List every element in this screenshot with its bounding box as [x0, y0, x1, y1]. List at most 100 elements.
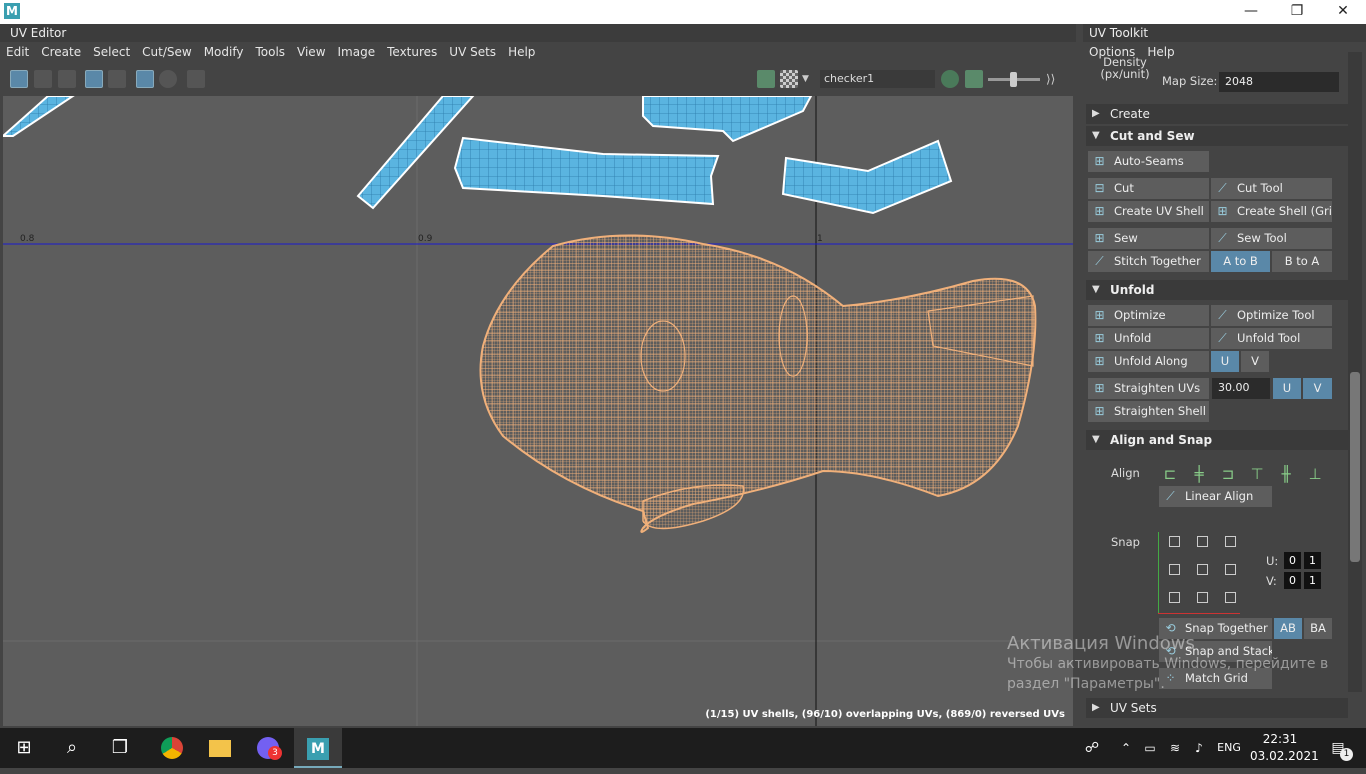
straighten-uvs-button[interactable]: ⊞ Straighten UVs	[1088, 378, 1209, 399]
menu-create[interactable]: Create	[35, 42, 87, 62]
snap-top-right-checkbox[interactable]	[1225, 536, 1236, 547]
section-unfold[interactable]: ▼ Unfold	[1086, 280, 1348, 300]
windows-start-icon[interactable]: ⊞	[0, 728, 48, 768]
b-to-a-toggle[interactable]: B to A	[1272, 251, 1332, 272]
notifications-icon[interactable]: ▤ 1	[1318, 728, 1358, 768]
unfold-tool-button[interactable]: ⟋ Unfold Tool	[1211, 328, 1332, 349]
shaded-toggle-icon[interactable]	[108, 70, 126, 88]
snap-top-left-checkbox[interactable]	[1169, 536, 1180, 547]
snapshot-camera-icon[interactable]	[187, 70, 205, 88]
uv-shell	[642, 96, 813, 143]
align-top-icon[interactable]: ⊤	[1248, 465, 1266, 483]
toolbar-expand-icon[interactable]: ⟩⟩	[1046, 70, 1060, 88]
linear-align-button[interactable]: ⟋ Linear Align	[1159, 486, 1272, 507]
straighten-shell-button[interactable]: ⊞ Straighten Shell	[1088, 401, 1209, 422]
unfold-button[interactable]: ⊞ Unfold	[1088, 328, 1209, 349]
close-button[interactable]: ✕	[1320, 0, 1366, 24]
checker-icon[interactable]	[780, 70, 798, 88]
chrome-icon[interactable]	[148, 728, 196, 768]
people-icon[interactable]: ☍	[1080, 728, 1104, 768]
snap-v-max-field[interactable]: 1	[1304, 572, 1321, 589]
snap-top-center-checkbox[interactable]	[1197, 536, 1208, 547]
language-indicator[interactable]: ENG	[1212, 728, 1246, 768]
texture-name-field[interactable]: checker1	[820, 70, 935, 88]
menu-select[interactable]: Select	[87, 42, 136, 62]
system-clock[interactable]: 22:31 03.02.2021	[1250, 731, 1319, 765]
straighten-v-toggle[interactable]: V	[1303, 378, 1332, 399]
section-cut-and-sew[interactable]: ▼ Cut and Sew	[1086, 126, 1348, 146]
cut-button[interactable]: ⊟ Cut	[1088, 178, 1209, 199]
align-bottom-icon[interactable]: ⊥	[1306, 465, 1324, 483]
unfold-label: Unfold	[1114, 331, 1152, 345]
grid-toggle-icon[interactable]	[136, 70, 154, 88]
align-center-u-icon[interactable]: ╪	[1190, 465, 1208, 483]
minimize-button[interactable]: —	[1228, 0, 1274, 24]
cut-tool-button[interactable]: ⟋ Cut Tool	[1211, 178, 1332, 199]
snap-middle-center-checkbox[interactable]	[1197, 564, 1208, 575]
search-icon[interactable]: ⌕	[48, 728, 96, 768]
create-uv-shell-button[interactable]: ⊞ Create UV Shell	[1088, 201, 1209, 222]
wifi-icon[interactable]: ≋	[1164, 728, 1186, 768]
optimize-button[interactable]: ⊞ Optimize	[1088, 305, 1209, 326]
toolkit-scroll-thumb[interactable]	[1350, 372, 1360, 562]
align-left-icon[interactable]: ⊏	[1161, 465, 1179, 483]
uv-select-icon[interactable]	[34, 70, 52, 88]
snap-bottom-center-checkbox[interactable]	[1197, 592, 1208, 603]
optimize-tool-button[interactable]: ⟋ Optimize Tool	[1211, 305, 1332, 326]
maximize-button[interactable]: ❐	[1274, 0, 1320, 24]
face-select-icon[interactable]	[58, 70, 76, 88]
viber-icon[interactable]: 3	[244, 728, 292, 768]
snap-bottom-right-checkbox[interactable]	[1225, 592, 1236, 603]
sew-tool-button[interactable]: ⟋ Sew Tool	[1211, 228, 1332, 249]
exposure-slider[interactable]	[988, 72, 1040, 87]
unfold-along-v-toggle[interactable]: V	[1241, 351, 1269, 372]
a-to-b-toggle[interactable]: A to B	[1211, 251, 1270, 272]
menu-image[interactable]: Image	[332, 42, 382, 62]
watermark-title: Активация Windows	[1007, 633, 1195, 654]
auto-seams-button[interactable]: ⊞ Auto-Seams	[1088, 151, 1209, 172]
section-create[interactable]: ▶ Create	[1086, 104, 1348, 124]
menu-modify[interactable]: Modify	[198, 42, 250, 62]
map-size-field[interactable]: 2048	[1219, 72, 1339, 92]
checker-dropdown-icon[interactable]: ▼	[802, 70, 812, 88]
menu-edit[interactable]: Edit	[0, 42, 35, 62]
toolkit-scrollbar[interactable]	[1348, 52, 1362, 692]
straighten-angle-field[interactable]: 30.00	[1212, 378, 1270, 399]
menu-textures[interactable]: Textures	[381, 42, 443, 62]
snap-v-min-field[interactable]: 0	[1284, 572, 1301, 589]
snap-bottom-left-checkbox[interactable]	[1169, 592, 1180, 603]
isolate-icon[interactable]	[159, 70, 177, 88]
snap-middle-right-checkbox[interactable]	[1225, 564, 1236, 575]
snap-middle-left-checkbox[interactable]	[1169, 564, 1180, 575]
snap-u-max-field[interactable]: 1	[1304, 552, 1321, 569]
stitch-together-button[interactable]: ⟋ Stitch Together	[1088, 251, 1209, 272]
menu-view[interactable]: View	[291, 42, 331, 62]
align-right-icon[interactable]: ⊐	[1219, 465, 1237, 483]
image-display-icon[interactable]	[757, 70, 775, 88]
unfold-along-u-toggle[interactable]: U	[1211, 351, 1239, 372]
tray-chevron-icon[interactable]: ⌃	[1116, 728, 1136, 768]
wireframe-toggle-icon[interactable]	[85, 70, 103, 88]
battery-icon[interactable]: ▭	[1140, 728, 1160, 768]
uv-viewport[interactable]: 0.8 0.9 1 (1/15) UV shells, (96/10) over…	[3, 96, 1073, 726]
exposure-slider-handle[interactable]	[1010, 72, 1017, 87]
file-explorer-icon[interactable]	[196, 728, 244, 768]
uv-shell-select-icon[interactable]	[10, 70, 28, 88]
straighten-u-toggle[interactable]: U	[1273, 378, 1301, 399]
menu-uv-sets[interactable]: UV Sets	[443, 42, 502, 62]
maya-taskbar-icon[interactable]: M	[294, 728, 342, 768]
alpha-channel-icon[interactable]	[965, 70, 983, 88]
volume-icon[interactable]: ♪	[1188, 728, 1210, 768]
unfold-along-button[interactable]: ⊞ Unfold Along	[1088, 351, 1209, 372]
rgb-channel-icon[interactable]	[941, 70, 959, 88]
menu-cut-sew[interactable]: Cut/Sew	[136, 42, 198, 62]
task-view-icon[interactable]: ❐	[96, 728, 144, 768]
align-center-v-icon[interactable]: ╫	[1277, 465, 1295, 483]
snap-u-min-field[interactable]: 0	[1284, 552, 1301, 569]
create-shell-grid-button[interactable]: ⊞ Create Shell (Grid)	[1211, 201, 1332, 222]
section-uv-sets[interactable]: ▶ UV Sets	[1086, 698, 1348, 718]
menu-help[interactable]: Help	[502, 42, 541, 62]
section-align-and-snap[interactable]: ▼ Align and Snap	[1086, 430, 1348, 450]
sew-button[interactable]: ⊞ Sew	[1088, 228, 1209, 249]
menu-tools[interactable]: Tools	[249, 42, 291, 62]
